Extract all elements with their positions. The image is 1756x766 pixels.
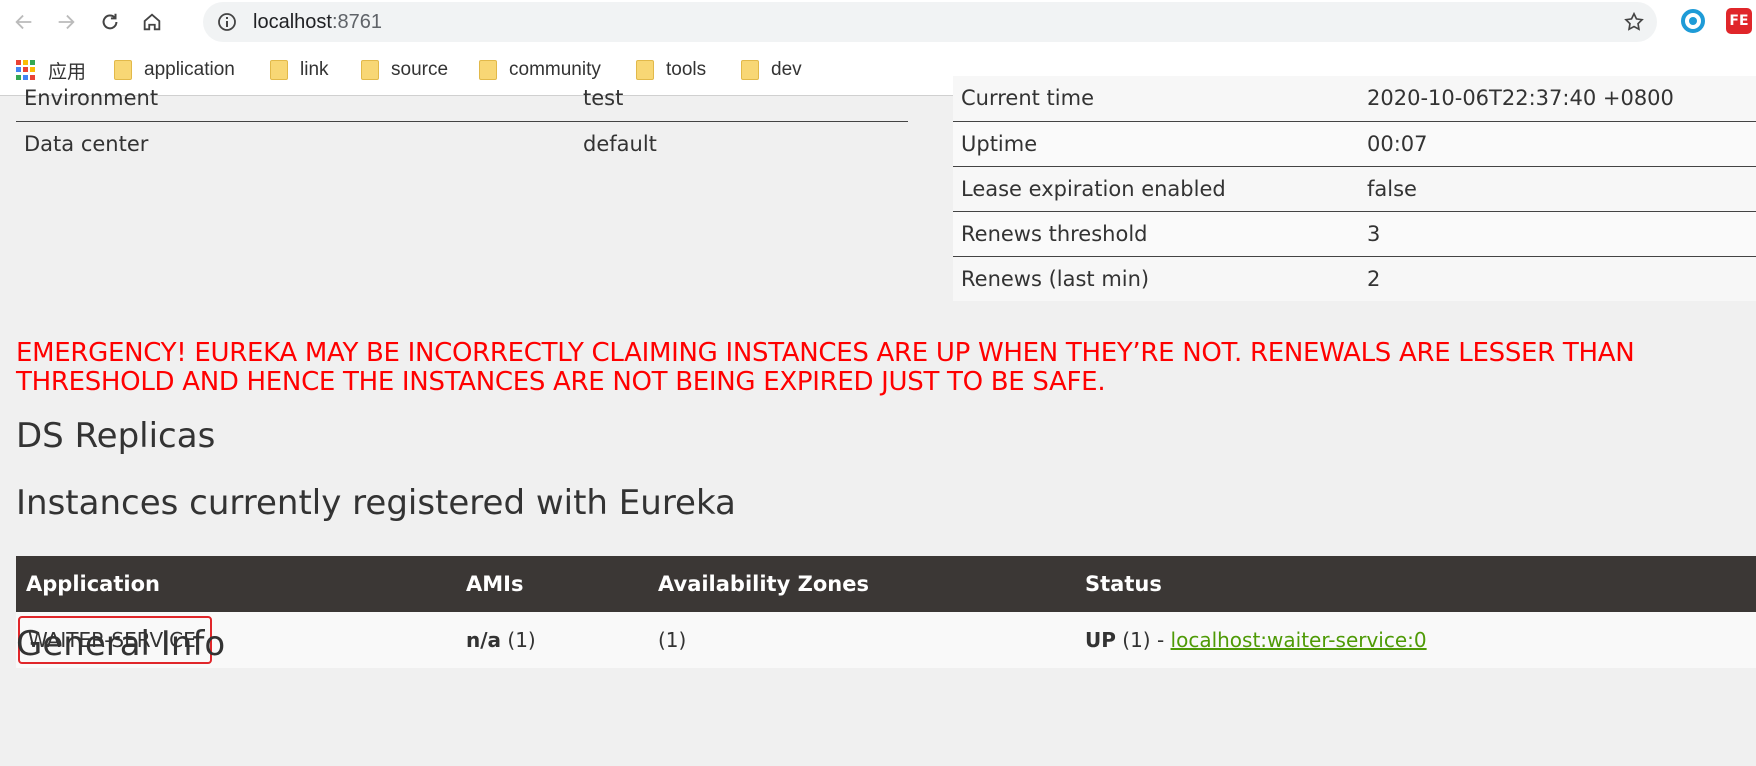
- column-header-status: Status: [1075, 556, 1756, 612]
- instances-table: Application AMIs Availability Zones Stat…: [16, 556, 1756, 668]
- status-table: Current time 2020-10-06T22:37:40 +0800 U…: [953, 76, 1756, 301]
- row-label: Uptime: [953, 121, 1359, 167]
- row-value: 2020-10-06T22:37:40 +0800: [1359, 76, 1756, 122]
- table-row: WAITER-SERVICE n/a (1) (1) UP (1) - loca…: [16, 612, 1756, 668]
- instance-link[interactable]: localhost:waiter-service:0: [1171, 628, 1427, 652]
- instances-heading: Instances currently registered with Eure…: [16, 483, 736, 523]
- arrow-right-icon: [58, 14, 75, 30]
- ds-replicas-heading: DS Replicas: [16, 416, 216, 456]
- extension-fe-icon[interactable]: FE: [1726, 8, 1752, 34]
- info-icon[interactable]: [217, 12, 237, 32]
- row-value: default: [583, 131, 657, 156]
- url-text: localhost:8761: [253, 11, 382, 33]
- emergency-warning: EMERGENCY! EUREKA MAY BE INCORRECTLY CLA…: [16, 338, 1635, 397]
- home-icon: [143, 13, 161, 31]
- row-value: 2: [1359, 256, 1756, 301]
- table-row: Renews threshold 3: [953, 211, 1756, 257]
- environment-table: Environment test Data center default: [16, 76, 908, 166]
- row-value: 00:07: [1359, 121, 1756, 167]
- back-button[interactable]: [10, 8, 38, 36]
- row-value: false: [1359, 166, 1756, 212]
- arrow-left-icon: [15, 14, 32, 30]
- row-label: Environment: [16, 76, 575, 122]
- reload-icon: [102, 13, 118, 30]
- table-row: Environment test: [16, 76, 908, 122]
- browser-toolbar: localhost:8761 FE: [0, 0, 1756, 44]
- row-label: Renews (last min): [953, 256, 1359, 301]
- forward-button[interactable]: [52, 8, 80, 36]
- row-value: 3: [1359, 211, 1756, 257]
- row-label: Renews threshold: [953, 211, 1359, 257]
- general-info-heading: General Info: [16, 624, 226, 664]
- column-header-application: Application: [16, 556, 456, 612]
- row-label: Data center: [24, 131, 149, 156]
- zones-cell: (1): [648, 612, 1075, 668]
- amis-cell: n/a (1): [456, 612, 648, 668]
- reload-button[interactable]: [96, 8, 124, 36]
- row-value: test: [575, 76, 908, 122]
- table-row: Lease expiration enabled false: [953, 166, 1756, 212]
- table-row: Data center default: [16, 121, 908, 166]
- bookmark-star-icon[interactable]: [1623, 11, 1645, 33]
- column-header-zones: Availability Zones: [648, 556, 1075, 612]
- table-row: Uptime 00:07: [953, 121, 1756, 167]
- row-label: Lease expiration enabled: [953, 166, 1359, 212]
- table-row: Renews (last min) 2: [953, 256, 1756, 301]
- row-label: Current time: [953, 76, 1359, 122]
- table-header-row: Application AMIs Availability Zones Stat…: [16, 556, 1756, 612]
- extension-edge-icon[interactable]: [1680, 8, 1706, 34]
- column-header-amis: AMIs: [456, 556, 648, 612]
- eureka-dashboard: Environment test Data center default Cur…: [0, 76, 1756, 766]
- status-cell: UP (1) - localhost:waiter-service:0: [1075, 612, 1756, 668]
- home-button[interactable]: [138, 8, 166, 36]
- address-bar[interactable]: localhost:8761: [203, 2, 1657, 42]
- table-row: Current time 2020-10-06T22:37:40 +0800: [953, 76, 1756, 122]
